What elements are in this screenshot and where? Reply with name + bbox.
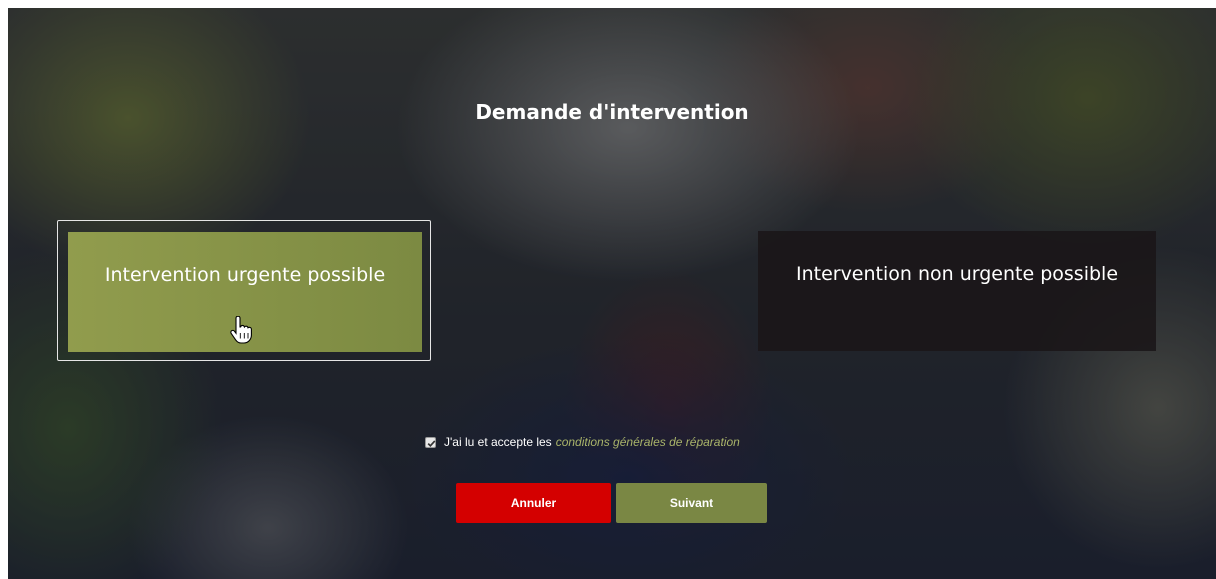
cancel-button[interactable]: Annuler (456, 483, 611, 523)
terms-conditions-link[interactable]: conditions générales de réparation (556, 435, 740, 449)
terms-text: J'ai lu et accepte les (444, 435, 552, 449)
checkmark-icon (427, 439, 436, 447)
hand-pointer-icon (230, 315, 252, 344)
urgent-intervention-label: Intervention urgente possible (104, 264, 386, 286)
next-button[interactable]: Suivant (616, 483, 767, 523)
terms-checkbox[interactable] (425, 436, 436, 448)
non-urgent-intervention-label: Intervention non urgente possible (795, 263, 1119, 285)
page-title: Demande d'intervention (475, 100, 749, 124)
app-frame: Demande d'intervention Intervention urge… (8, 8, 1216, 579)
terms-acceptance: J'ai lu et accepte les conditions généra… (425, 434, 740, 450)
non-urgent-intervention-option[interactable]: Intervention non urgente possible (758, 231, 1156, 351)
